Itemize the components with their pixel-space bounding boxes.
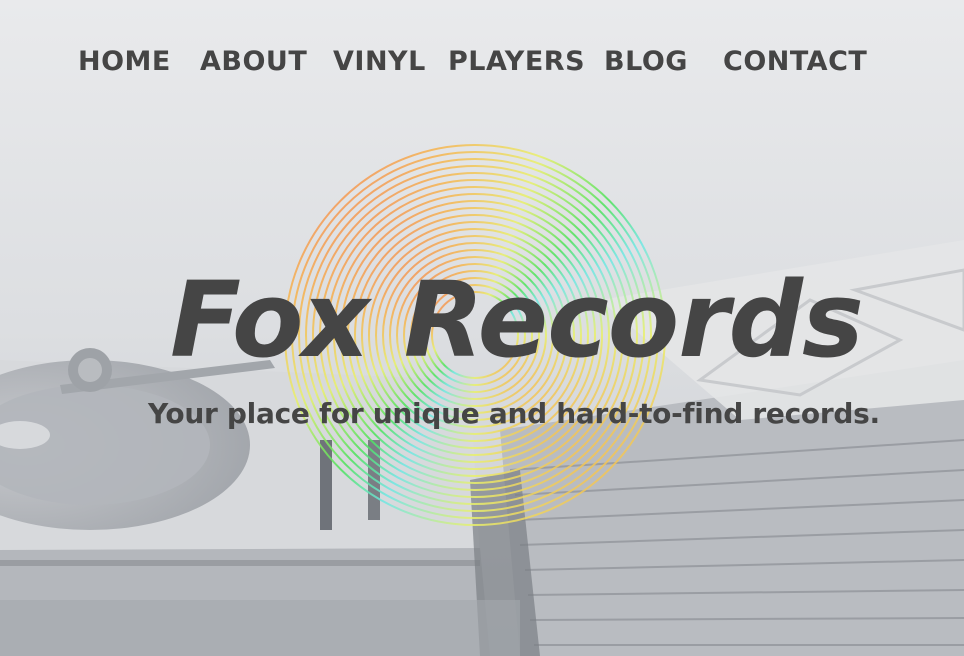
nav-about[interactable]: ABOUT: [200, 40, 307, 84]
nav-vinyl[interactable]: VINYL: [333, 40, 426, 84]
nav-contact[interactable]: CONTACT: [723, 40, 867, 84]
nav-blog[interactable]: BLOG: [604, 40, 688, 84]
tagline: Your place for unique and hard-to-find r…: [148, 397, 880, 430]
page: HOME ABOUT VINYL PLAYERS BLOG CONTACT Fo…: [0, 0, 964, 656]
nav-players[interactable]: PLAYERS: [448, 40, 585, 84]
main-nav: HOME ABOUT VINYL PLAYERS BLOG CONTACT: [0, 40, 964, 88]
nav-home[interactable]: HOME: [78, 40, 171, 84]
brand-title: Fox Records: [170, 259, 864, 381]
